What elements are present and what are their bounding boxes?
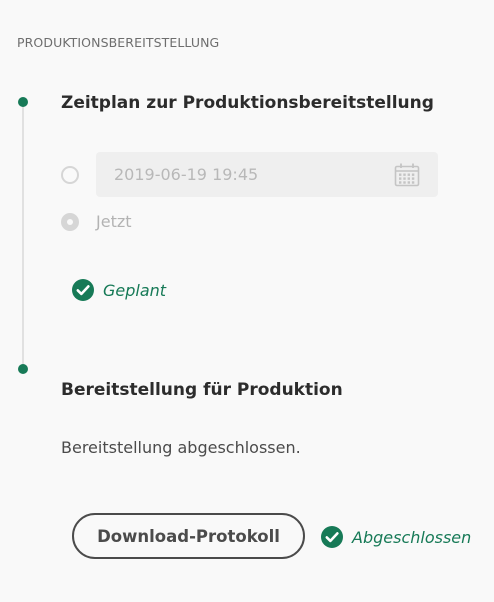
datetime-value: 2019-06-19 19:45 [114,165,259,184]
timeline-line [22,104,24,370]
section-title: PRODUKTIONSBEREITSTELLUNG [17,35,220,50]
now-label: Jetzt [96,212,132,231]
planned-status: Geplant [72,279,166,301]
timeline-dot-schedule [18,97,28,107]
download-log-button[interactable]: Download-Protokoll [72,513,305,559]
check-circle-icon [321,526,343,548]
calendar-icon[interactable] [394,163,420,187]
completed-status: Abgeschlossen [321,526,471,548]
now-radio-dot [67,219,73,225]
check-circle-icon [72,279,94,301]
timeline-dot-deploy [18,364,28,374]
schedule-step-title: Zeitplan zur Produktionsbereitstellung [61,93,434,113]
completed-status-text: Abgeschlossen [352,527,472,547]
datetime-field[interactable]: 2019-06-19 19:45 [96,152,438,197]
deploy-message: Bereitstellung abgeschlossen. [61,438,301,457]
planned-status-text: Geplant [103,280,167,300]
now-radio[interactable] [61,213,79,231]
schedule-radio[interactable] [61,166,79,184]
deploy-step-title: Bereitstellung für Produktion [61,380,343,400]
